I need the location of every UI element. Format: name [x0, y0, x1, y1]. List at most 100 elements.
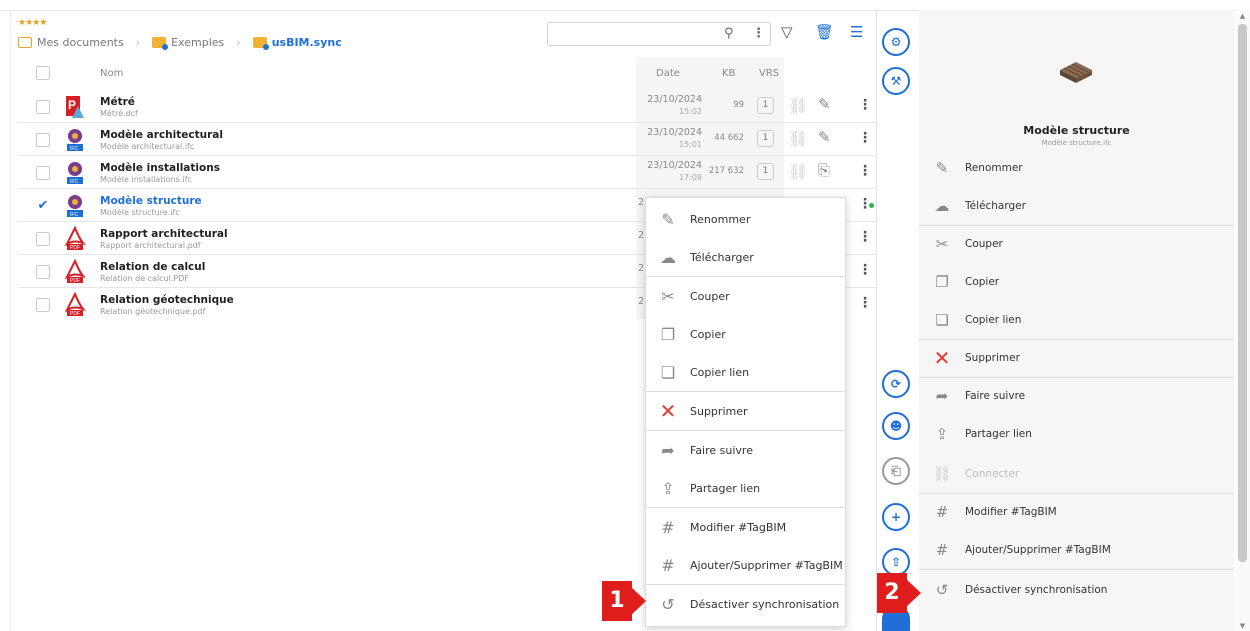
menu-item-ajouter-supprimer-tagbim[interactable]: # Ajouter/Supprimer #TagBIM: [646, 546, 845, 584]
panel-item-faire-suivre[interactable]: ➦ Faire suivre: [919, 377, 1234, 415]
scroll-up-arrow[interactable]: ▲: [1238, 12, 1247, 20]
user-settings-icon[interactable]: ⚙: [882, 28, 910, 56]
svg-text:IFC: IFC: [70, 212, 78, 218]
link-icon[interactable]: ⛓: [788, 162, 808, 181]
scrollbar-thumb[interactable]: [1238, 24, 1247, 562]
breadcrumb-item-mes-documents[interactable]: Mes documents: [18, 36, 124, 49]
row-checkbox[interactable]: [36, 100, 50, 114]
search-input[interactable]: [552, 25, 712, 43]
breadcrumb-item-usbim-sync[interactable]: usBIM.sync: [252, 36, 342, 50]
menu-item-couper[interactable]: ✂ Couper: [646, 277, 845, 315]
menu-item-label: Télécharger: [690, 250, 754, 264]
panel-item-ajouter-supprimer-tagbim[interactable]: # Ajouter/Supprimer #TagBIM: [919, 531, 1234, 569]
menu-item-renommer[interactable]: ✎ Renommer: [646, 200, 845, 238]
file-date: 23/10/2024: [647, 160, 702, 171]
cloud-upload-icon[interactable]: ⇧: [882, 548, 910, 576]
table-row[interactable]: IFC Modèle installations Modèle installa…: [18, 156, 876, 189]
file-name[interactable]: Relation de calcul: [100, 261, 205, 273]
menu-item-supprimer[interactable]: ✕ Supprimer: [646, 392, 845, 430]
paste-icon[interactable]: ⎗: [882, 457, 910, 485]
edit-icon[interactable]: ✎: [818, 128, 831, 146]
menu-item-copier[interactable]: ❐ Copier: [646, 315, 845, 353]
share-user-icon[interactable]: ☻: [882, 412, 910, 440]
panel-item-supprimer[interactable]: ✕ Supprimer: [919, 339, 1234, 377]
file-date: 23/10/2024: [647, 94, 702, 105]
open-viewer-icon[interactable]: ⎘: [818, 161, 830, 179]
panel-item-label: Copier lien: [965, 314, 1022, 326]
file-date: 2: [638, 263, 645, 274]
annotation-badge-2: 2: [877, 573, 921, 613]
copy-link-icon: ❏: [660, 362, 676, 382]
scroll-down-arrow[interactable]: ▼: [1238, 622, 1247, 630]
svg-text:IFC: IFC: [70, 146, 78, 152]
column-kb[interactable]: KB: [722, 68, 735, 79]
more-vertical-icon[interactable]: ⋮: [858, 163, 872, 179]
menu-item-copier-lien[interactable]: ❏ Copier lien: [646, 353, 845, 391]
row-checkbox[interactable]: [36, 265, 50, 279]
panel-item-label: Connecter: [965, 468, 1020, 480]
row-checkbox[interactable]: [36, 298, 50, 312]
search-icon[interactable]: ⚲: [724, 26, 734, 41]
more-vertical-icon[interactable]: ⋮: [858, 229, 872, 245]
list-view-icon[interactable]: ☰: [850, 23, 863, 41]
panel-item-renommer[interactable]: ✎ Renommer: [919, 149, 1234, 187]
more-vertical-icon[interactable]: ⋮: [858, 130, 872, 146]
menu-item-label: Désactiver synchronisation: [690, 597, 840, 611]
badge-arrow: [630, 586, 646, 616]
panel-divider: [919, 569, 1234, 570]
file-name[interactable]: Modèle structure: [100, 195, 202, 207]
row-checkbox[interactable]: [36, 166, 50, 180]
file-name[interactable]: Métré: [100, 96, 135, 108]
cloud-sync-icon[interactable]: ⟳: [882, 370, 910, 398]
link-icon[interactable]: ⛓: [788, 129, 808, 148]
annotation-badge-1: 1: [602, 581, 646, 621]
menu-item-faire-suivre[interactable]: ➦ Faire suivre: [646, 431, 845, 469]
panel-item-desactiver-synchronisation[interactable]: ↺ Désactiver synchronisation: [919, 571, 1234, 609]
tools-icon[interactable]: ⚒: [882, 67, 910, 95]
panel-subtitle: Modèle structure.ifc: [1041, 139, 1112, 147]
version-badge[interactable]: 1: [757, 97, 774, 114]
svg-text:IFC: IFC: [70, 179, 78, 185]
column-name[interactable]: Nom: [100, 68, 123, 79]
menu-item-desactiver-synchronisation[interactable]: ↺ Désactiver synchronisation: [646, 585, 845, 623]
trash-icon[interactable]: 🗑: [815, 23, 834, 41]
panel-item-copier-lien[interactable]: ❏ Copier lien: [919, 301, 1234, 339]
menu-item-telecharger[interactable]: ☁ Télécharger: [646, 238, 845, 276]
column-date[interactable]: Date: [656, 68, 680, 79]
table-row[interactable]: P Métré Métré.dcf 23/10/2024 15:02 99 1 …: [18, 90, 876, 123]
more-vertical-icon[interactable]: ⋮: [752, 26, 765, 41]
action-bar-divider: [876, 10, 877, 631]
more-vertical-icon[interactable]: ⋮: [858, 295, 872, 311]
more-vertical-icon[interactable]: ⋮: [858, 262, 872, 278]
row-checkbox[interactable]: [36, 232, 50, 246]
select-all-checkbox[interactable]: [36, 66, 50, 80]
panel-item-copier[interactable]: ❐ Copier: [919, 263, 1234, 301]
file-date: 2: [638, 230, 645, 241]
version-badge[interactable]: 1: [757, 130, 774, 147]
row-checkbox-checked[interactable]: ✔: [36, 199, 50, 213]
panel-item-couper[interactable]: ✂ Couper: [919, 225, 1234, 263]
filter-icon[interactable]: ▽: [781, 23, 793, 41]
table-row[interactable]: IFC Modèle architectural Modèle architec…: [18, 123, 876, 156]
panel-item-modifier-tagbim[interactable]: # Modifier #TagBIM: [919, 493, 1234, 531]
panel-item-partager-lien[interactable]: ⇪ Partager lien: [919, 415, 1234, 453]
menu-item-partager-lien[interactable]: ⇪ Partager lien: [646, 469, 845, 507]
file-name[interactable]: Relation géotechnique: [100, 294, 234, 306]
new-folder-icon[interactable]: +: [882, 503, 910, 531]
link-icon[interactable]: ⛓: [788, 96, 808, 115]
row-checkbox[interactable]: [36, 133, 50, 147]
panel-item-telecharger[interactable]: ☁ Télécharger: [919, 187, 1234, 225]
version-badge[interactable]: 1: [757, 163, 774, 180]
menu-item-modifier-tagbim[interactable]: # Modifier #TagBIM: [646, 508, 845, 546]
chevron-right-icon: ›: [236, 36, 241, 49]
pencil-icon: ✎: [935, 159, 949, 177]
breadcrumb-item-exemples[interactable]: Exemples: [152, 36, 224, 50]
file-name[interactable]: Modèle installations: [100, 162, 220, 174]
more-vertical-icon[interactable]: ⋮: [858, 97, 872, 113]
column-vrs[interactable]: VRS: [759, 68, 779, 79]
file-name[interactable]: Modèle architectural: [100, 129, 223, 141]
cloud-download-icon: ☁: [660, 247, 676, 267]
edit-icon[interactable]: ✎: [818, 95, 831, 113]
file-time: 15:02: [678, 107, 702, 116]
file-name[interactable]: Rapport architectural: [100, 228, 228, 240]
